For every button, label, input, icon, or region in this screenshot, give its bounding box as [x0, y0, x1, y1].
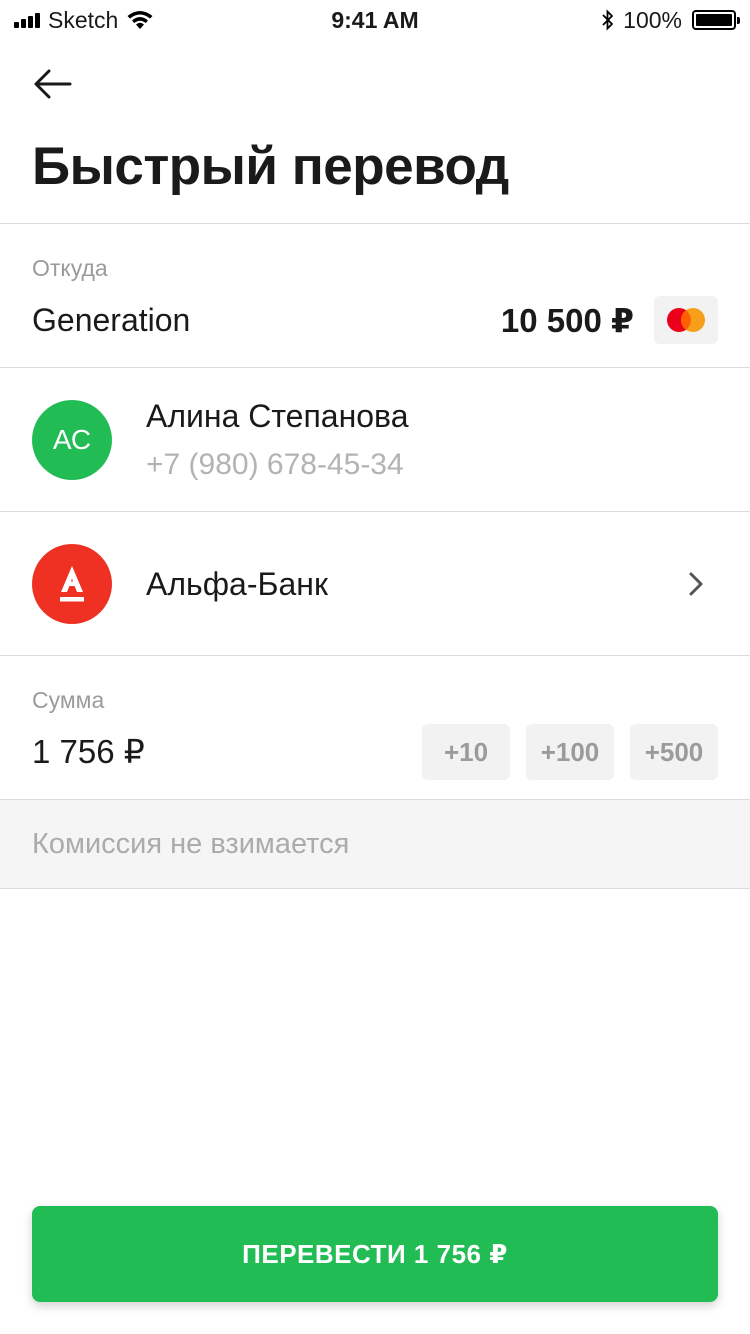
- divider: [0, 655, 750, 656]
- recipient-row[interactable]: АС Алина Степанова +7 (980) 678-45-34: [0, 368, 750, 512]
- signal-icon: [14, 12, 40, 28]
- recipient-name: Алина Степанова: [146, 398, 409, 434]
- transfer-button[interactable]: ПЕРЕВЕСТИ 1 756 ₽: [32, 1206, 718, 1302]
- amount-input[interactable]: 1 756 ₽: [32, 732, 145, 771]
- divider: [0, 223, 750, 224]
- add-500-button[interactable]: +500: [630, 724, 718, 780]
- battery-icon: [692, 10, 740, 30]
- bank-name: Альфа-Банк: [146, 566, 328, 602]
- page-title: Быстрый перевод: [32, 137, 509, 196]
- wifi-icon: [127, 11, 153, 29]
- mastercard-icon: [654, 296, 718, 344]
- alfa-bank-logo-icon: [32, 544, 112, 624]
- commission-note: Комиссия не взимается: [0, 800, 750, 888]
- arrow-left-icon: [34, 69, 72, 99]
- card-balance: 10 500 ₽: [500, 301, 634, 339]
- source-card-selector[interactable]: Generation 10 500 ₽: [32, 292, 718, 348]
- from-label: Откуда: [32, 255, 108, 281]
- bank-selector[interactable]: Альфа-Банк: [0, 512, 750, 656]
- battery-percent: 100%: [623, 6, 682, 33]
- recipient-phone: +7 (980) 678-45-34: [146, 448, 404, 481]
- amount-label: Сумма: [32, 687, 105, 713]
- divider: [0, 888, 750, 889]
- back-button[interactable]: [30, 62, 74, 106]
- chevron-right-icon: [682, 570, 710, 598]
- status-bar: Sketch 9:41 AM 100%: [0, 0, 750, 40]
- carrier-name: Sketch: [48, 6, 119, 33]
- add-10-button[interactable]: +10: [422, 724, 510, 780]
- status-right: 100%: [601, 6, 740, 34]
- avatar: АС: [32, 400, 112, 480]
- status-left: Sketch: [14, 7, 154, 34]
- bluetooth-icon: [602, 9, 614, 31]
- quick-add-buttons: +10 +100 +500: [422, 724, 718, 780]
- card-name: Generation: [32, 301, 191, 338]
- add-100-button[interactable]: +100: [526, 724, 614, 780]
